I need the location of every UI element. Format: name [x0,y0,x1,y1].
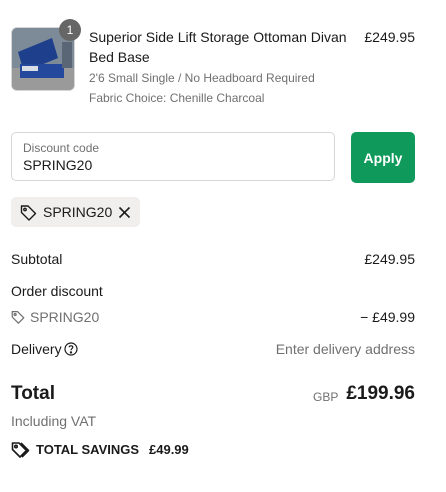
close-icon[interactable] [118,206,131,224]
delivery-row: Delivery Enter delivery address [11,340,415,358]
tag-icon [11,310,25,328]
savings-tag-icon [11,441,30,461]
discount-code-label: Discount code [23,141,100,155]
vat-note: Including VAT [11,413,97,429]
subtotal-row: Subtotal £249.95 [11,250,415,268]
product-title[interactable]: Superior Side Lift Storage Ottoman Divan… [89,27,351,67]
savings-label: TOTAL SAVINGS [36,442,140,457]
total-amount: £199.96 [346,383,415,404]
delivery-value: Enter delivery address [275,341,415,357]
line-item: 1 Superior Side Lift Storage Ottoman Div… [11,19,415,109]
savings-value: £49.99 [149,442,189,457]
discount-code-input[interactable]: Discount code SPRING20 [11,132,335,181]
help-circle-icon[interactable] [64,342,78,360]
applied-discount-code: SPRING20 [43,204,113,220]
order-discount-label: Order discount [11,283,103,299]
discount-value: − £49.99 [360,309,415,325]
quantity-badge: 1 [59,19,81,41]
apply-button[interactable]: Apply [351,132,415,183]
currency-code: GBP [313,390,339,404]
tag-icon [20,204,37,226]
product-price: £249.95 [364,29,415,45]
discount-code-applied: SPRING20 [30,309,100,325]
delivery-label: Delivery [11,341,62,357]
product-thumbnail-wrapper: 1 [11,19,81,91]
subtotal-value: £249.95 [364,251,415,267]
applied-discount-chip: SPRING20 [11,197,140,227]
discount-code-value[interactable]: SPRING20 [23,157,92,173]
order-discount-row: Order discount [11,282,415,300]
product-variant-size: 2'6 Small Single / No Headboard Required [89,71,315,85]
product-variant-fabric: Fabric Choice: Chenille Charcoal [89,91,265,105]
total-label: Total [11,383,55,404]
subtotal-label: Subtotal [11,251,63,267]
